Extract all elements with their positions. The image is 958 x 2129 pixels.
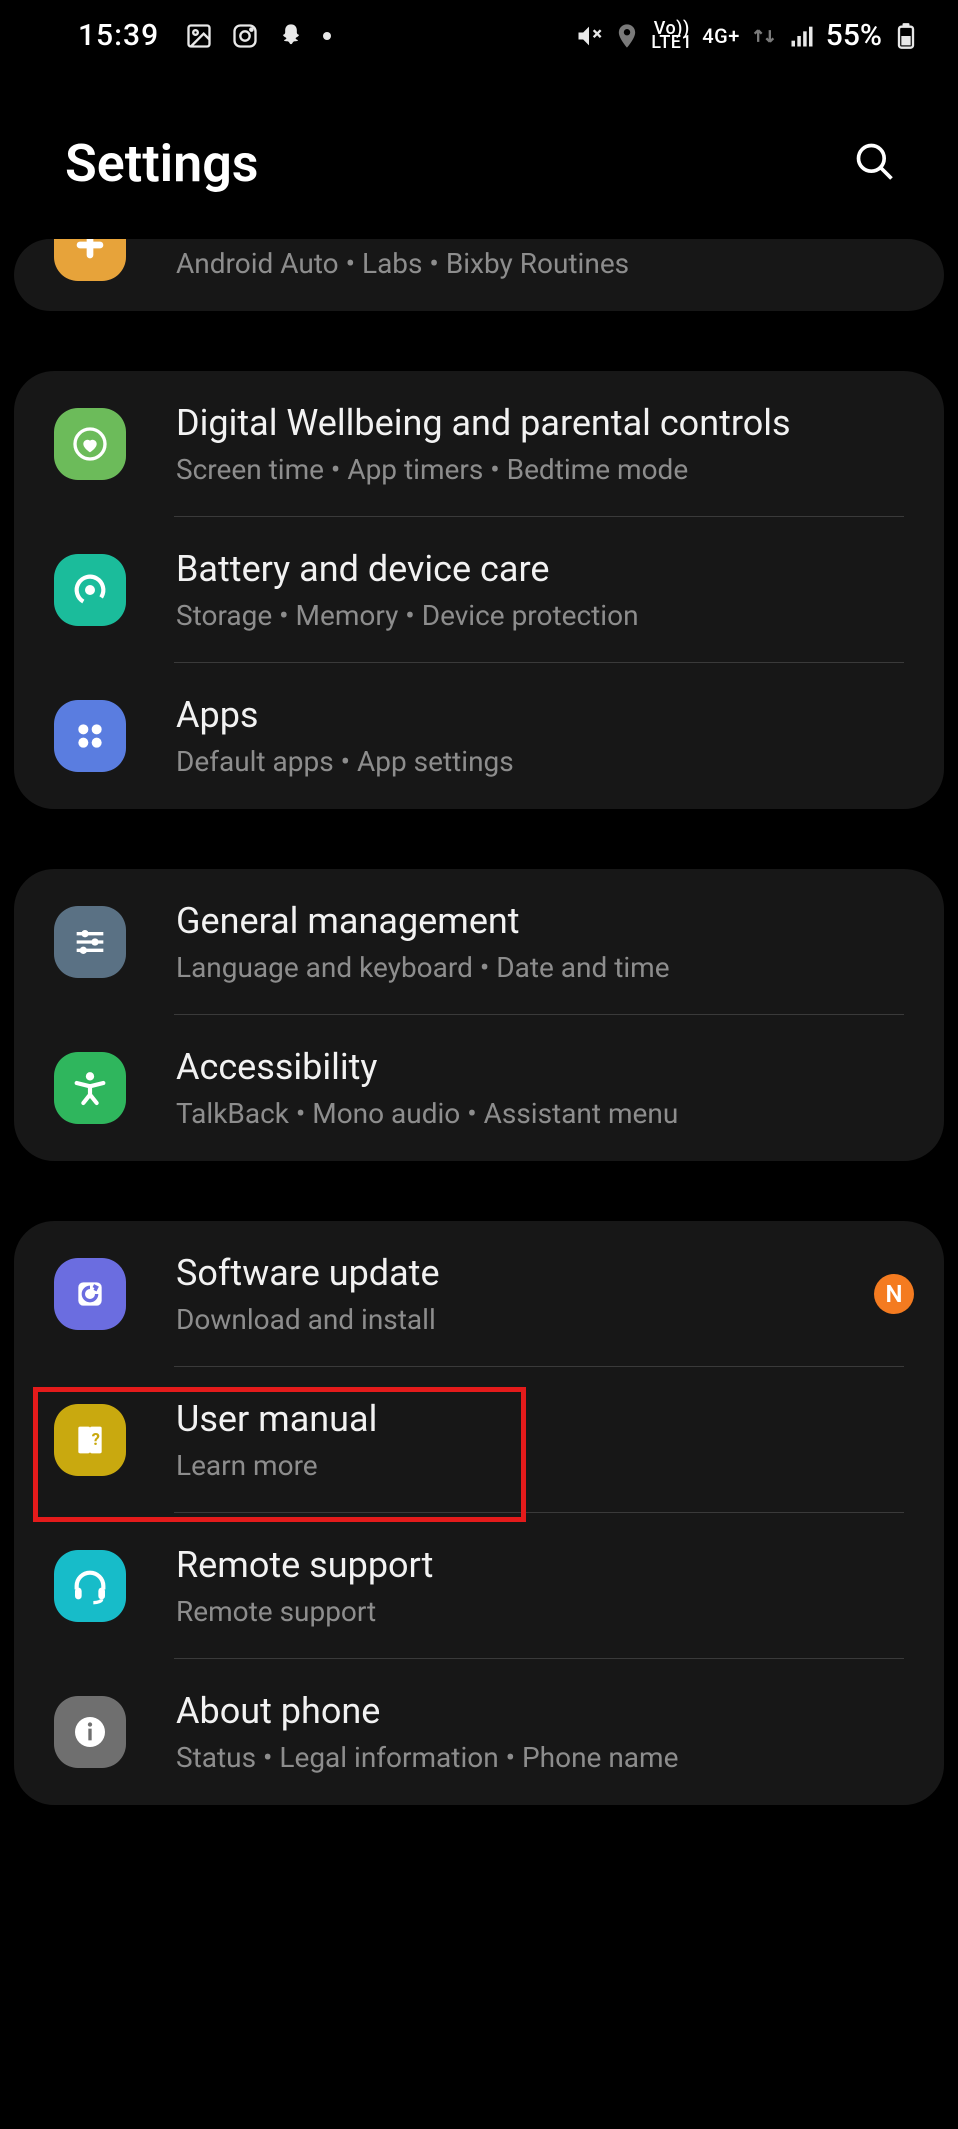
settings-item-subtitle: TalkBack • Mono audio • Assistant menu: [176, 1096, 914, 1131]
settings-header: Settings: [65, 133, 903, 194]
volte-indicator: Vo))LTE1: [651, 22, 692, 50]
settings-item-subtitle: Download and install: [176, 1302, 854, 1337]
device-care-icon: [54, 554, 126, 626]
settings-item-accessibility[interactable]: Accessibility TalkBack • Mono audio • Ass…: [14, 1015, 944, 1161]
settings-item-about-phone[interactable]: About phone Status • Legal information • …: [14, 1659, 944, 1805]
settings-item-remote-support[interactable]: Remote support Remote support: [14, 1513, 944, 1659]
heart-circle-icon: [54, 408, 126, 480]
location-icon: [613, 22, 641, 50]
settings-group: Software update Download and install N User…: [14, 1221, 944, 1805]
network-gen-indicator: 4G+: [702, 29, 740, 43]
gallery-icon: [185, 22, 213, 50]
settings-item-software-update[interactable]: Software update Download and install N: [14, 1221, 944, 1367]
settings-group: Advanced featuresAndroid Auto • Labs • B…: [14, 239, 944, 311]
headset-icon: [54, 1550, 126, 1622]
status-bar: 15:39 Vo))LTE1 4G+ 55%: [0, 0, 958, 53]
data-arrows-icon: [750, 22, 778, 50]
settings-item-title: Battery and device care: [176, 547, 914, 592]
settings-item-general-management[interactable]: General management Language and keyboard …: [14, 869, 944, 1015]
settings-item-title: Remote support: [176, 1543, 914, 1588]
notification-badge: N: [874, 1274, 914, 1314]
snapchat-icon: [277, 22, 305, 50]
search-button[interactable]: [847, 136, 903, 192]
plus-icon: [54, 239, 126, 281]
settings-item-subtitle: Screen time • App timers • Bedtime mode: [176, 452, 914, 487]
info-icon: [54, 1696, 126, 1768]
battery-icon: [892, 22, 920, 50]
settings-group: General management Language and keyboard …: [14, 869, 944, 1161]
settings-item-subtitle: Language and keyboard • Date and time: [176, 950, 914, 985]
settings-item-title: About phone: [176, 1689, 914, 1734]
instagram-icon: [231, 22, 259, 50]
settings-item-subtitle: Storage • Memory • Device protection: [176, 598, 914, 633]
update-icon: [54, 1258, 126, 1330]
settings-item-user-manual[interactable]: User manual Learn more: [14, 1367, 944, 1513]
settings-item-subtitle: Remote support: [176, 1594, 914, 1629]
battery-percentage: 55%: [826, 18, 882, 53]
settings-item-apps[interactable]: Apps Default apps • App settings: [14, 663, 944, 809]
more-notifications-dot-icon: [323, 32, 331, 40]
settings-item-advanced-features[interactable]: Advanced featuresAndroid Auto • Labs • B…: [14, 239, 944, 311]
settings-item-title: User manual: [176, 1397, 914, 1442]
accessibility-icon: [54, 1052, 126, 1124]
settings-item-subtitle: Learn more: [176, 1448, 914, 1483]
search-icon: [853, 140, 897, 187]
settings-item-digital-wellbeing[interactable]: Digital Wellbeing and parental controls S…: [14, 371, 944, 517]
sliders-icon: [54, 906, 126, 978]
manual-icon: [54, 1404, 126, 1476]
apps-icon: [54, 700, 126, 772]
settings-item-subtitle: Default apps • App settings: [176, 744, 914, 779]
status-time: 15:39: [78, 18, 159, 53]
signal-icon: [788, 22, 816, 50]
settings-item-title: Apps: [176, 693, 914, 738]
settings-item-subtitle: Android Auto • Labs • Bixby Routines: [176, 246, 914, 281]
settings-item-title: Software update: [176, 1251, 854, 1296]
settings-group: Digital Wellbeing and parental controls S…: [14, 371, 944, 809]
settings-item-battery-care[interactable]: Battery and device care Storage • Memory …: [14, 517, 944, 663]
settings-item-title: Digital Wellbeing and parental controls: [176, 401, 914, 446]
settings-item-title: General management: [176, 899, 914, 944]
settings-item-title: Accessibility: [176, 1045, 914, 1090]
page-title: Settings: [65, 133, 259, 194]
settings-item-subtitle: Status • Legal information • Phone name: [176, 1740, 914, 1775]
mute-vibrate-icon: [575, 22, 603, 50]
